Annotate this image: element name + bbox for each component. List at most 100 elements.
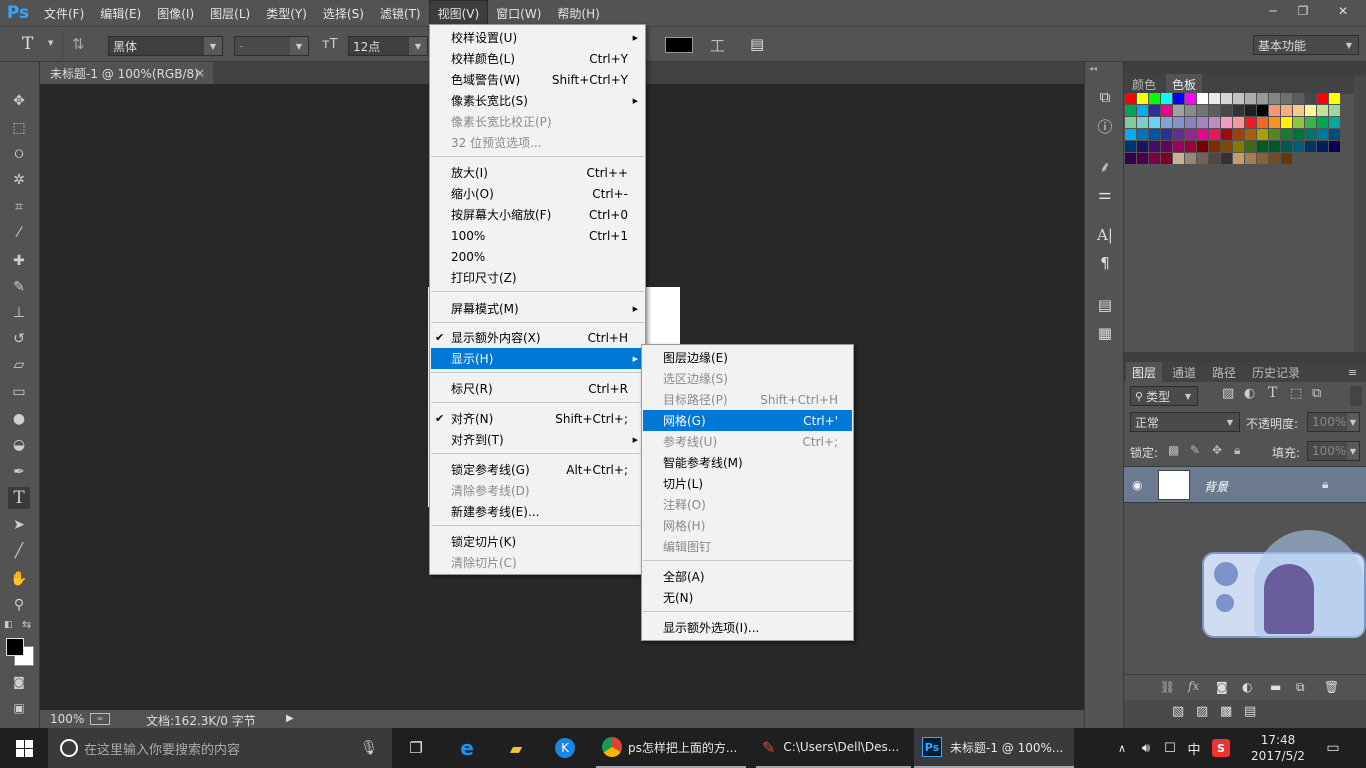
color-swatch[interactable] <box>1269 129 1280 140</box>
color-swatch[interactable] <box>1293 93 1304 104</box>
menu-item-proof-setup[interactable]: 校样设置(U) ▶ <box>431 27 644 48</box>
color-swatch[interactable] <box>1161 117 1172 128</box>
color-swatch[interactable] <box>1257 129 1268 140</box>
fill-input[interactable]: 100% ▼ <box>1307 441 1360 461</box>
color-swatch[interactable] <box>1137 129 1148 140</box>
collapsed-panel-icon-4[interactable]: ▤ <box>1244 704 1256 719</box>
color-swatch[interactable] <box>1209 105 1220 116</box>
delete-layer-icon[interactable]: 🗑︎ <box>1324 680 1339 694</box>
color-swatch[interactable] <box>1269 117 1280 128</box>
swatch-scrollbar[interactable] <box>1354 76 1366 352</box>
color-swatch[interactable] <box>1281 105 1292 116</box>
color-swatch[interactable] <box>1161 141 1172 152</box>
color-swatch[interactable] <box>1257 117 1268 128</box>
file-explorer-icon[interactable]: ▰ <box>504 728 528 768</box>
menu-filter[interactable]: 滤镜(T) <box>372 0 429 26</box>
color-swatch[interactable] <box>1173 153 1184 164</box>
color-swatch[interactable] <box>1197 105 1208 116</box>
menu-image[interactable]: 图像(I) <box>149 0 202 26</box>
menu-item-show-extras[interactable]: ✔ 显示额外内容(X) Ctrl+H <box>431 327 644 348</box>
color-swatch[interactable] <box>1137 117 1148 128</box>
taskbar-app-chrome[interactable]: ps怎样把上面的方... <box>596 728 746 768</box>
lock-pixels-icon[interactable]: ✎ <box>1190 443 1200 457</box>
color-swatch[interactable] <box>1233 153 1244 164</box>
menu-item-100-percent[interactable]: 100% Ctrl+1 <box>431 225 644 246</box>
menu-item-print-size[interactable]: 打印尺寸(Z) <box>431 267 644 288</box>
color-swatch[interactable] <box>1209 117 1220 128</box>
color-swatch[interactable] <box>1257 141 1268 152</box>
font-family-select[interactable]: 黑体 ▼ <box>108 36 223 56</box>
color-swatch[interactable] <box>1269 105 1280 116</box>
filter-shape-icon[interactable]: ⬚ <box>1290 386 1302 401</box>
color-swatch[interactable] <box>1173 117 1184 128</box>
color-swatch[interactable] <box>1209 93 1220 104</box>
menu-item-rulers[interactable]: 标尺(R) Ctrl+R <box>431 378 644 399</box>
start-button[interactable] <box>0 728 48 768</box>
menu-item-zoom-in[interactable]: 放大(I) Ctrl++ <box>431 162 644 183</box>
color-swatch[interactable] <box>1125 117 1136 128</box>
menu-select[interactable]: 选择(S) <box>315 0 372 26</box>
submenu-item-guides[interactable]: 参考线(U) Ctrl+; <box>643 431 852 452</box>
color-swatch[interactable] <box>1149 105 1160 116</box>
tab-swatches[interactable]: 色板 <box>1166 74 1203 94</box>
color-swatch[interactable] <box>1245 129 1256 140</box>
submenu-item-edit-pins[interactable]: 编辑图钉 <box>643 536 852 557</box>
move-tool-icon[interactable]: ✥ <box>8 90 30 112</box>
eraser-tool-icon[interactable]: ▱ <box>8 354 30 376</box>
paragraph-panel-icon[interactable]: ¶ <box>1093 252 1117 274</box>
3d-panel-icon[interactable]: ⧉ <box>1093 86 1117 108</box>
color-swatch[interactable] <box>1281 93 1292 104</box>
menu-file[interactable]: 文件(F) <box>36 0 92 26</box>
opacity-input[interactable]: 100% ▼ <box>1307 412 1360 432</box>
menu-item-new-guide[interactable]: 新建参考线(E)... <box>431 501 644 522</box>
color-swatch[interactable] <box>1233 117 1244 128</box>
minimize-button[interactable]: ─ <box>1258 0 1288 22</box>
color-swatch[interactable] <box>1185 129 1196 140</box>
color-swatch[interactable] <box>1185 117 1196 128</box>
color-swatch[interactable] <box>1257 93 1268 104</box>
color-swatch[interactable] <box>1137 105 1148 116</box>
color-swatch[interactable] <box>1137 93 1148 104</box>
color-swatch[interactable] <box>1317 141 1328 152</box>
menu-item-gamut-warning[interactable]: 色域警告(W) Shift+Ctrl+Y <box>431 69 644 90</box>
menu-item-snap-to[interactable]: 对齐到(T) ▶ <box>431 429 644 450</box>
color-swatch[interactable] <box>1197 141 1208 152</box>
color-swatch[interactable] <box>1221 141 1232 152</box>
warp-text-icon[interactable]: ⼯ <box>710 35 725 56</box>
color-swatch[interactable] <box>1245 93 1256 104</box>
tab-history[interactable]: 历史记录 <box>1246 362 1306 382</box>
type-tool-preset-icon[interactable]: T <box>22 34 33 54</box>
blend-mode-select[interactable]: 正常 ▼ <box>1130 412 1240 432</box>
color-swatch[interactable] <box>1173 129 1184 140</box>
submenu-item-none[interactable]: 无(N) <box>643 587 852 608</box>
tab-channels[interactable]: 通道 <box>1166 362 1202 382</box>
color-swatch[interactable] <box>1221 153 1232 164</box>
color-swatch[interactable] <box>1245 141 1256 152</box>
color-swatch[interactable] <box>1161 129 1172 140</box>
close-window-button[interactable]: ✕ <box>1320 0 1366 22</box>
menu-item-show[interactable]: 显示(H) ▶ <box>431 348 644 369</box>
color-swatch[interactable] <box>1197 153 1208 164</box>
desktop-widget[interactable] <box>1202 530 1366 638</box>
menu-item-fit-on-screen[interactable]: 按屏幕大小缩放(F) Ctrl+0 <box>431 204 644 225</box>
filter-adjustment-icon[interactable]: ◐ <box>1244 386 1255 401</box>
zoom-level[interactable]: 100% <box>50 712 84 726</box>
color-swatch[interactable] <box>1293 105 1304 116</box>
default-colors-icon[interactable]: ◧ <box>4 620 13 630</box>
color-swatch[interactable] <box>1173 105 1184 116</box>
submenu-item-show-extras-options[interactable]: 显示额外选项(I)... <box>643 617 852 638</box>
taskbar-app-photoshop[interactable]: Ps 未标题-1 @ 100%... <box>914 728 1074 768</box>
color-swatch[interactable] <box>1317 117 1328 128</box>
color-swatch[interactable] <box>1281 129 1292 140</box>
layer-name[interactable]: 背景 <box>1204 478 1228 495</box>
color-swatch[interactable] <box>1257 153 1268 164</box>
gradient-tool-icon[interactable]: ▭ <box>8 381 30 403</box>
color-swatch[interactable] <box>1209 141 1220 152</box>
color-swatch[interactable] <box>1305 117 1316 128</box>
notes-panel-icon[interactable]: ▤ <box>1093 294 1117 316</box>
character-panel-icon[interactable]: A| <box>1093 224 1117 246</box>
new-group-icon[interactable]: ▬ <box>1270 680 1281 694</box>
type-tool-icon[interactable]: T <box>8 487 30 509</box>
submenu-item-mesh[interactable]: 网格(H) <box>643 515 852 536</box>
color-swatch[interactable] <box>1173 141 1184 152</box>
